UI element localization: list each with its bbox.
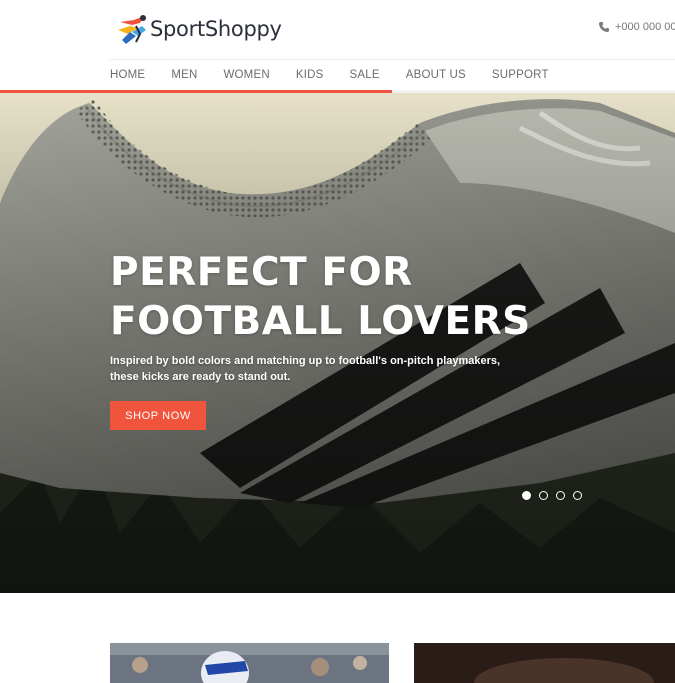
slider-dot-4[interactable] [573, 491, 582, 500]
phone-number: +000 000 00 [615, 21, 675, 33]
slider-dot-1[interactable] [522, 491, 531, 500]
nav-item-support[interactable]: SUPPORT [492, 69, 549, 81]
slider-dot-2[interactable] [539, 491, 548, 500]
phone-contact[interactable]: +000 000 00 [598, 21, 675, 33]
nav-item-women[interactable]: WOMEN [223, 69, 269, 81]
running-figure-icon [118, 15, 146, 44]
nav-item-sale[interactable]: SALE [349, 69, 379, 81]
site-header: SportShoppy +000 000 00 [0, 0, 675, 60]
hero-title-line-2: FOOTBALL LOVERS [110, 299, 531, 344]
main-nav: HOME MEN WOMEN KIDS SALE ABOUT US SUPPOR… [110, 60, 549, 90]
phone-icon [599, 22, 609, 32]
card-image-dark [414, 643, 675, 683]
nav-item-kids[interactable]: KIDS [296, 69, 324, 81]
logo[interactable]: SportShoppy [116, 12, 282, 46]
product-card-right[interactable] [414, 643, 675, 683]
brand-name: SportShoppy [150, 17, 282, 41]
nav-item-men[interactable]: MEN [171, 69, 197, 81]
card-image-football-player [110, 643, 389, 683]
slider-pagination [522, 491, 590, 500]
hero-title: PERFECT FOR FOOTBALL LOVERS [110, 248, 630, 346]
slider-dot-3[interactable] [556, 491, 565, 500]
hero-subtitle: Inspired by bold colors and matching up … [110, 355, 501, 383]
nav-item-home[interactable]: HOME [110, 69, 145, 81]
shop-now-button[interactable]: SHOP NOW [110, 401, 206, 430]
product-card-left[interactable] [110, 643, 389, 683]
hero-slider: PERFECT FOR FOOTBALL LOVERS Inspired by … [0, 93, 675, 593]
nav-item-about-us[interactable]: ABOUT US [406, 69, 466, 81]
hero-title-line-1: PERFECT FOR [110, 250, 413, 295]
